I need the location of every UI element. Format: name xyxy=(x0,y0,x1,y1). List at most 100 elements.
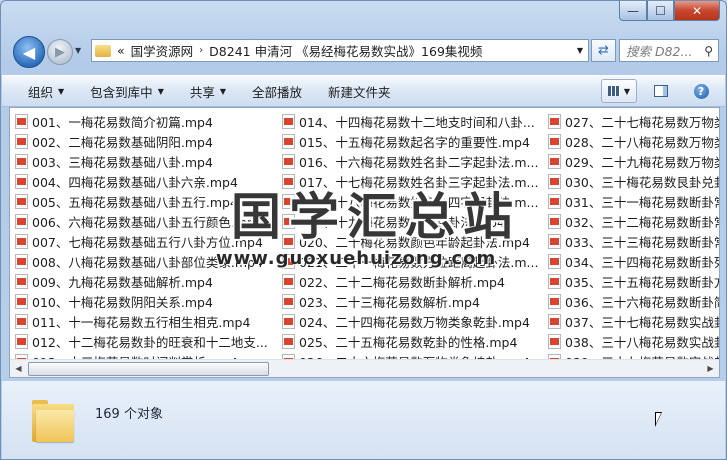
video-file-icon xyxy=(15,233,28,249)
file-item[interactable]: 038、三十八梅花易数实战卦例 xyxy=(548,331,719,351)
file-item[interactable]: 006、六梅花易数基础八卦五行颜色.mp4 xyxy=(15,211,277,231)
folder-icon xyxy=(95,44,111,57)
file-item[interactable]: 015、十五梅花易数起名字的重要性.mp4 xyxy=(282,131,544,151)
arrow-right-icon: ▶ xyxy=(55,44,65,60)
file-item[interactable]: 018、十八梅花易数姓名卦四字起卦法.m... xyxy=(282,191,544,211)
file-item[interactable]: 004、四梅花易数基础八卦六亲.mp4 xyxy=(15,171,277,191)
file-name: 005、五梅花易数基础八卦五行.mp4 xyxy=(32,194,238,210)
breadcrumb-separator[interactable]: › xyxy=(199,45,203,56)
chevron-down-icon: ▼ xyxy=(576,46,584,55)
address-dropdown[interactable]: ▼ xyxy=(572,46,588,55)
file-name: 012、十二梅花易数卦的旺衰和十二地支... xyxy=(32,334,268,350)
scrollbar-thumb[interactable] xyxy=(28,362,269,376)
include-in-library-button[interactable]: 包含到库中 ▼ xyxy=(77,82,177,101)
play-all-button[interactable]: 全部播放 xyxy=(239,82,315,101)
share-label: 共享 xyxy=(189,84,215,100)
navigation-bar: ◀ ▶ ▼ « 国学资源网 › D8241 申清河 《易经梅花易数实战》169集… xyxy=(9,34,719,68)
mouse-cursor-icon xyxy=(655,412,662,427)
file-name: 032、三十二梅花易数断卦常用 xyxy=(565,214,719,230)
file-item[interactable]: 003、三梅花易数基础八卦.mp4 xyxy=(15,151,277,171)
close-button[interactable]: ✕ xyxy=(674,1,720,21)
file-item[interactable]: 037、三十七梅花易数实战卦例 xyxy=(548,311,719,331)
file-name: 008、八梅花易数基础八卦部位类象.mp4 xyxy=(32,254,263,270)
breadcrumb-item-current[interactable]: D8241 申清河 《易经梅花易数实战》169集视频 xyxy=(209,41,482,60)
preview-pane-button[interactable] xyxy=(645,79,677,103)
video-file-icon xyxy=(282,273,295,289)
file-item[interactable]: 033、三十三梅花易数断卦常用 xyxy=(548,231,719,251)
file-list[interactable]: 001、一梅花易数简介初篇.mp4 002、二梅花易数基础阴阳.mp4 003、三梅… xyxy=(9,107,720,378)
file-name: 002、二梅花易数基础阴阳.mp4 xyxy=(32,134,213,150)
minimize-button[interactable]: — xyxy=(619,1,647,21)
view-icon xyxy=(607,86,620,96)
file-item[interactable]: 009、九梅花易数基础解析.mp4 xyxy=(15,271,277,291)
file-item[interactable]: 010、十梅花易数阴阳关系.mp4 xyxy=(15,291,277,311)
file-item[interactable]: 011、十一梅花易数五行相生相克.mp4 xyxy=(15,311,277,331)
file-item[interactable]: 019、十九梅花易数时间起卦法.mp4 xyxy=(282,211,544,231)
change-view-button[interactable]: ▼ xyxy=(601,79,637,103)
organize-label: 组织 xyxy=(28,84,54,100)
file-item[interactable]: 036、三十六梅花易数断卦简述 xyxy=(548,291,719,311)
file-item[interactable]: 007、七梅花易数基础五行八卦方位.mp4 xyxy=(15,231,277,251)
scroll-left-icon[interactable]: ◀ xyxy=(10,360,27,377)
file-item[interactable]: 020、二十梅花易数颜色年龄起卦法.mp4 xyxy=(282,231,544,251)
file-item[interactable]: 024、二十四梅花易数万物类象乾卦.mp4 xyxy=(282,311,544,331)
file-item[interactable]: 032、三十二梅花易数断卦常用 xyxy=(548,211,719,231)
recent-pages-dropdown[interactable]: ▼ xyxy=(75,46,81,55)
video-file-icon xyxy=(15,113,28,129)
chevron-down-icon: ▼ xyxy=(58,86,65,96)
file-item[interactable]: 028、二十八梅花易数万物类象 xyxy=(548,131,719,151)
organize-button[interactable]: 组织 ▼ xyxy=(2,82,77,101)
file-item[interactable]: 008、八梅花易数基础八卦部位类象.mp4 xyxy=(15,251,277,271)
file-item[interactable]: 012、十二梅花易数卦的旺衰和十二地支... xyxy=(15,331,277,351)
file-name: 019、十九梅花易数时间起卦法.mp4 xyxy=(299,214,505,230)
file-item[interactable]: 017、十七梅花易数姓名卦三字起卦法.m... xyxy=(282,171,544,191)
file-item[interactable]: 029、二十九梅花易数万物类象 xyxy=(548,151,719,171)
file-item[interactable]: 034、三十四梅花易数断卦列举 xyxy=(548,251,719,271)
file-name: 022、二十二梅花易数断卦解析.mp4 xyxy=(299,274,505,290)
scroll-right-icon[interactable]: ▶ xyxy=(702,360,719,377)
file-item[interactable]: 002、二梅花易数基础阴阳.mp4 xyxy=(15,131,277,151)
file-item[interactable]: 031、三十一梅花易数断卦常用 xyxy=(548,191,719,211)
forward-button[interactable]: ▶ xyxy=(47,39,73,65)
video-file-icon xyxy=(282,233,295,249)
address-bar[interactable]: « 国学资源网 › D8241 申清河 《易经梅花易数实战》169集视频 ▼ xyxy=(91,39,589,62)
file-column-2: 014、十四梅花易数十二地支时间和八卦... 015、十五梅花易数起名字的重要性.… xyxy=(282,111,544,371)
file-item[interactable]: 030、三十梅花易数艮卦兑卦 xyxy=(548,171,720,191)
help-button[interactable]: ? xyxy=(685,79,717,103)
file-item[interactable]: 027、二十七梅花易数万物类象 xyxy=(548,111,719,131)
video-file-icon xyxy=(548,113,561,129)
file-name: 024、二十四梅花易数万物类象乾卦.mp4 xyxy=(299,314,530,330)
file-name: 030、三十梅花易数艮卦兑卦 xyxy=(565,174,720,190)
chevron-down-icon: ▼ xyxy=(623,86,631,96)
arrow-left-icon: ◀ xyxy=(22,42,36,62)
refresh-icon: ⇄ xyxy=(598,43,609,58)
file-item[interactable]: 035、三十五梅花易数断卦方法 xyxy=(548,271,719,291)
search-icon: ⚲ xyxy=(704,43,713,58)
file-name: 029、二十九梅花易数万物类象 xyxy=(565,154,719,170)
file-item[interactable]: 014、十四梅花易数十二地支时间和八卦... xyxy=(282,111,544,131)
maximize-button[interactable]: ☐ xyxy=(647,1,674,21)
back-button[interactable]: ◀ xyxy=(13,36,45,68)
file-item[interactable]: 001、一梅花易数简介初篇.mp4 xyxy=(15,111,277,131)
file-item[interactable]: 021、二十一梅花易数方位距离起卦法.m... xyxy=(282,251,544,271)
file-item[interactable]: 025、二十五梅花易数乾卦的性格.mp4 xyxy=(282,331,544,351)
video-file-icon xyxy=(548,153,561,169)
horizontal-scrollbar[interactable]: ◀ ▶ xyxy=(10,359,719,377)
search-input[interactable]: 搜索 D82... ⚲ xyxy=(619,39,719,62)
preview-pane-icon xyxy=(654,85,668,97)
play-all-label: 全部播放 xyxy=(252,84,303,100)
video-file-icon xyxy=(282,113,295,129)
share-button[interactable]: 共享 ▼ xyxy=(177,82,239,101)
file-item[interactable]: 022、二十二梅花易数断卦解析.mp4 xyxy=(282,271,544,291)
breadcrumb-item-root[interactable]: 国学资源网 xyxy=(131,41,194,60)
file-item[interactable]: 016、十六梅花易数姓名卦二字起卦法.m... xyxy=(282,151,544,171)
file-name: 007、七梅花易数基础五行八卦方位.mp4 xyxy=(32,234,263,250)
file-item[interactable]: 005、五梅花易数基础八卦五行.mp4 xyxy=(15,191,277,211)
file-name: 001、一梅花易数简介初篇.mp4 xyxy=(32,114,213,130)
refresh-button[interactable]: ⇄ xyxy=(591,39,616,62)
file-item[interactable]: 023、二十三梅花易数解析.mp4 xyxy=(282,291,544,311)
new-folder-button[interactable]: 新建文件夹 xyxy=(315,82,404,101)
video-file-icon xyxy=(282,333,295,349)
file-name: 036、三十六梅花易数断卦简述 xyxy=(565,294,719,310)
breadcrumb-overflow[interactable]: « xyxy=(117,43,125,58)
